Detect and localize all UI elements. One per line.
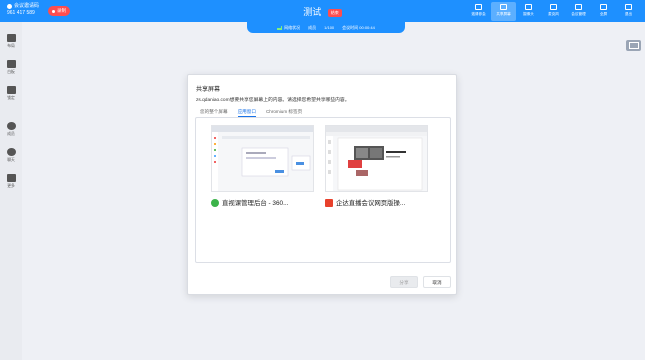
share-screen-icon xyxy=(500,4,507,10)
sidebar-item-label: 锁定 xyxy=(7,96,15,100)
tab-app-window[interactable]: 应用窗口 xyxy=(237,109,256,117)
layout-icon xyxy=(6,34,16,42)
microphone-button[interactable]: 麦克风 xyxy=(541,2,566,21)
cancel-button[interactable]: 取消 xyxy=(423,276,451,288)
share-screen-dialog: 共享屏幕 zs.qdaniao.com想要共享您屏幕上的内容。请选择您希望共享哪… xyxy=(187,74,457,295)
invite-icon xyxy=(475,4,482,10)
screen-layout-button[interactable] xyxy=(626,40,641,51)
window-title: 企达直播会议网页版操... xyxy=(336,200,406,207)
share-screen-button[interactable]: 共享屏幕 xyxy=(491,2,516,21)
dialog-title: 共享屏幕 xyxy=(196,87,221,93)
fullscreen-label: 全屏 xyxy=(599,12,608,16)
window-card[interactable]: 企达直播会议网页版操... xyxy=(325,125,428,207)
share-button[interactable]: 分享 xyxy=(390,276,418,288)
tab-entire-screen[interactable]: 您的整个屏幕 xyxy=(200,109,228,117)
share-tabs: 您的整个屏幕 应用窗口 Chromium 标签页 xyxy=(200,109,302,117)
sidebar-item-label: 更多 xyxy=(7,184,15,188)
microphone-icon xyxy=(550,4,557,10)
window-card[interactable]: 直视课管理后台 - 360... xyxy=(211,125,314,207)
left-sidebar: 布局 白板 锁定 成员 聊天 更多 xyxy=(0,22,22,360)
window-thumbnail xyxy=(211,125,314,192)
share-screen-label: 共享屏幕 xyxy=(496,12,511,16)
window-card-label: 企达直播会议网页版操... xyxy=(325,198,428,207)
sidebar-item-label: 白板 xyxy=(7,70,15,74)
lock-icon xyxy=(6,86,16,94)
chat-icon xyxy=(6,148,16,156)
members-icon xyxy=(6,122,16,130)
window-card-label: 直视课管理后台 - 360... xyxy=(211,198,314,207)
meeting-duration: 会议时间 00:00:44 xyxy=(342,24,375,30)
exit-button[interactable]: 退出 xyxy=(616,2,641,21)
sidebar-item-label: 聊天 xyxy=(7,158,15,162)
browser-360-icon xyxy=(211,198,219,207)
fullscreen-icon xyxy=(600,4,607,10)
sidebar-item-members[interactable]: 成员 xyxy=(0,122,22,137)
sidebar-item-chat[interactable]: 聊天 xyxy=(0,148,22,163)
meeting-title-text: 测试 xyxy=(303,7,322,17)
fullscreen-button[interactable]: 全屏 xyxy=(591,2,616,21)
window-thumbnail xyxy=(325,125,428,192)
manage-icon xyxy=(575,4,582,10)
sidebar-item-more[interactable]: 更多 xyxy=(0,174,22,189)
manage-label: 会议管理 xyxy=(571,12,586,16)
sidebar-item-label: 成员 xyxy=(7,132,15,136)
exit-icon xyxy=(625,4,632,10)
sidebar-item-label: 布局 xyxy=(7,44,15,48)
member-count: 1/100 xyxy=(324,25,335,30)
top-bar: 会议邀请码 961 417 589 录制 测试 结束 邀请参会 共享屏幕 摄像头… xyxy=(0,0,645,22)
exit-label: 退出 xyxy=(624,12,633,16)
more-icon xyxy=(6,174,16,182)
network-label: 网络状况 xyxy=(284,24,301,30)
sidebar-item-lock[interactable]: 锁定 xyxy=(0,86,22,101)
microphone-label: 麦克风 xyxy=(548,12,559,16)
sidebar-item-layout[interactable]: 布局 xyxy=(0,34,22,49)
camera-button[interactable]: 摄像头 xyxy=(516,2,541,21)
window-title: 直视课管理后台 - 360... xyxy=(222,200,289,207)
title-badge[interactable]: 结束 xyxy=(327,8,342,17)
camera-label: 摄像头 xyxy=(523,12,534,16)
window-list: 直视课管理后台 - 360... 企达直播会议网页版操... xyxy=(195,117,451,263)
invite-label: 邀请参会 xyxy=(471,12,486,16)
whiteboard-icon xyxy=(6,60,16,68)
manage-button[interactable]: 会议管理 xyxy=(566,2,591,21)
sidebar-item-whiteboard[interactable]: 白板 xyxy=(0,60,22,75)
top-actions: 邀请参会 共享屏幕 摄像头 麦克风 会议管理 全屏 退出 xyxy=(466,2,641,21)
invite-button[interactable]: 邀请参会 xyxy=(466,2,491,21)
signal-icon xyxy=(277,25,283,30)
camera-icon xyxy=(525,4,532,10)
tab-chromium[interactable]: Chromium 标签页 xyxy=(266,109,302,117)
dialog-message: zs.qdaniao.com想要共享您屏幕上的内容。请选择您希望共享哪些内容。 xyxy=(196,98,350,103)
network-status[interactable]: 网络状况 xyxy=(277,25,300,31)
status-strip: 网络状况 成员 1/100 会议时间 00:00:44 xyxy=(247,22,405,33)
wps-icon xyxy=(325,198,333,207)
member-label: 成员 xyxy=(308,24,317,30)
